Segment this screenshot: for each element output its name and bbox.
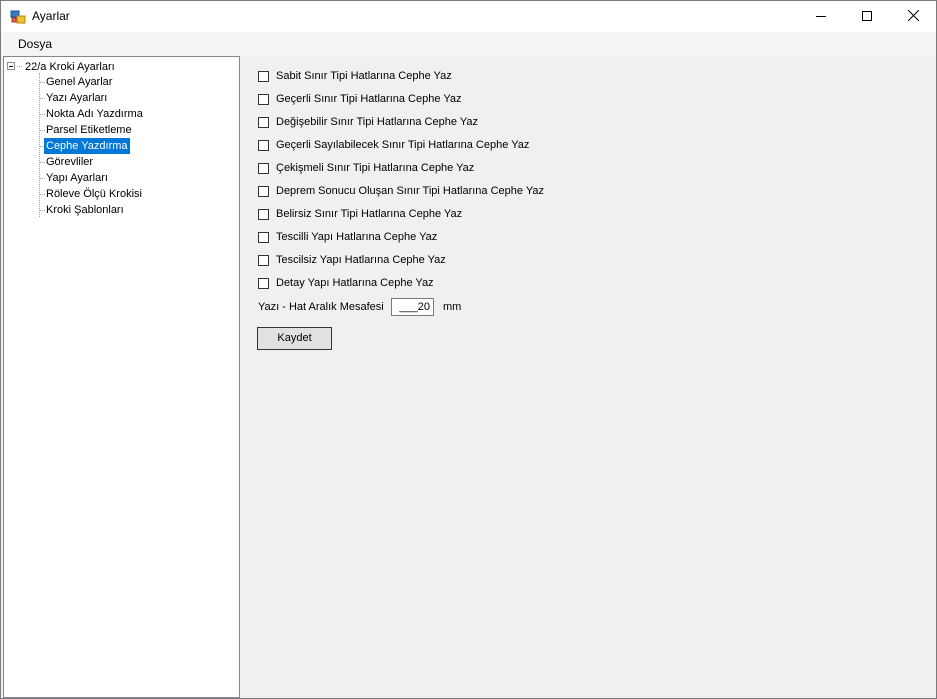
checkbox-box[interactable]	[258, 185, 269, 197]
checkbox-label[interactable]: Geçerli Sayılabilecek Sınır Tipi Hatları…	[276, 138, 529, 152]
menu-dosya[interactable]: Dosya	[10, 36, 60, 52]
checkbox-box[interactable]	[258, 70, 269, 82]
tree-item-label: Nokta Adı Yazdırma	[46, 108, 143, 120]
settings-tree[interactable]: 22/a Kroki Ayarları Genel Ayarlar Yazı A…	[3, 56, 240, 698]
checkbox-label[interactable]: Değişebilir Sınır Tipi Hatlarına Cephe Y…	[276, 115, 478, 129]
checkbox-gecerli-sayilabilecek[interactable]: Geçerli Sayılabilecek Sınır Tipi Hatları…	[258, 137, 529, 153]
checkbox-gecerli-sinir[interactable]: Geçerli Sınır Tipi Hatlarına Cephe Yaz	[258, 91, 461, 107]
checkbox-label[interactable]: Tescilli Yapı Hatlarına Cephe Yaz	[276, 230, 437, 244]
spacing-input[interactable]: ___20	[391, 298, 434, 316]
tree-item-label: Röleve Ölçü Krokisi	[46, 188, 142, 200]
tree-item-label: Yapı Ayarları	[46, 172, 108, 184]
save-button[interactable]: Kaydet	[257, 327, 332, 350]
checkbox-box[interactable]	[258, 162, 269, 174]
tree-connector	[17, 66, 22, 67]
checkbox-tescilli-yapi[interactable]: Tescilli Yapı Hatlarına Cephe Yaz	[258, 229, 437, 245]
settings-window: Ayarlar Dosya 22/a Kroki Ayarları Genel …	[0, 0, 937, 699]
checkbox-detay-yapi[interactable]: Detay Yapı Hatlarına Cephe Yaz	[258, 275, 434, 291]
minimize-icon	[816, 10, 826, 24]
checkbox-deprem-sonucu[interactable]: Deprem Sonucu Oluşan Sınır Tipi Hatların…	[258, 183, 544, 199]
checkbox-cekismeli-sinir[interactable]: Çekişmeli Sınır Tipi Hatlarına Cephe Yaz	[258, 160, 474, 176]
app-settings-icon	[10, 9, 26, 25]
cephe-settings-panel: Sabit Sınır Tipi Hatlarına Cephe Yaz Geç…	[241, 56, 936, 698]
tree-root-kroki-ayarlari[interactable]: 22/a Kroki Ayarları	[25, 60, 115, 74]
close-button[interactable]	[890, 1, 936, 32]
checkbox-label[interactable]: Belirsiz Sınır Tipi Hatlarına Cephe Yaz	[276, 207, 462, 221]
checkbox-box[interactable]	[258, 231, 269, 243]
checkbox-label[interactable]: Deprem Sonucu Oluşan Sınır Tipi Hatların…	[276, 184, 544, 198]
checkbox-box[interactable]	[258, 93, 269, 105]
checkbox-label[interactable]: Çekişmeli Sınır Tipi Hatlarına Cephe Yaz	[276, 161, 474, 175]
checkbox-box[interactable]	[258, 208, 269, 220]
tree-item-label: Parsel Etiketleme	[46, 124, 132, 136]
checkbox-degisebilir-sinir[interactable]: Değişebilir Sınır Tipi Hatlarına Cephe Y…	[258, 114, 478, 130]
checkbox-tescilsiz-yapi[interactable]: Tescilsiz Yapı Hatlarına Cephe Yaz	[258, 252, 446, 268]
checkbox-label[interactable]: Detay Yapı Hatlarına Cephe Yaz	[276, 276, 434, 290]
window-title: Ayarlar	[32, 9, 70, 23]
close-icon	[907, 9, 919, 24]
minimize-button[interactable]	[798, 1, 844, 32]
checkbox-label[interactable]: Tescilsiz Yapı Hatlarına Cephe Yaz	[276, 253, 446, 267]
tree-item-label: Yazı Ayarları	[46, 92, 108, 104]
tree-connector	[39, 73, 40, 217]
checkbox-box[interactable]	[258, 277, 269, 289]
checkbox-label[interactable]: Geçerli Sınır Tipi Hatlarına Cephe Yaz	[276, 92, 461, 106]
checkbox-label[interactable]: Sabit Sınır Tipi Hatlarına Cephe Yaz	[276, 69, 452, 83]
tree-item-label: Cephe Yazdırma	[44, 138, 130, 154]
checkbox-box[interactable]	[258, 139, 269, 151]
title-bar[interactable]: Ayarlar	[1, 1, 936, 32]
tree-item-label: Kroki Şablonları	[46, 204, 124, 216]
maximize-button[interactable]	[844, 1, 890, 32]
spacing-unit: mm	[443, 301, 462, 313]
checkbox-sabit-sinir[interactable]: Sabit Sınır Tipi Hatlarına Cephe Yaz	[258, 68, 452, 84]
tree-item-label: Genel Ayarlar	[46, 76, 113, 88]
checkbox-belirsiz-sinir[interactable]: Belirsiz Sınır Tipi Hatlarına Cephe Yaz	[258, 206, 462, 222]
tree-item-label: Görevliler	[46, 156, 94, 168]
collapse-icon[interactable]	[7, 62, 15, 70]
maximize-icon	[862, 10, 872, 24]
menu-bar: Dosya	[1, 32, 936, 55]
checkbox-box[interactable]	[258, 254, 269, 266]
spacing-label: Yazı - Hat Aralık Mesafesi	[258, 301, 384, 313]
checkbox-box[interactable]	[258, 116, 269, 128]
